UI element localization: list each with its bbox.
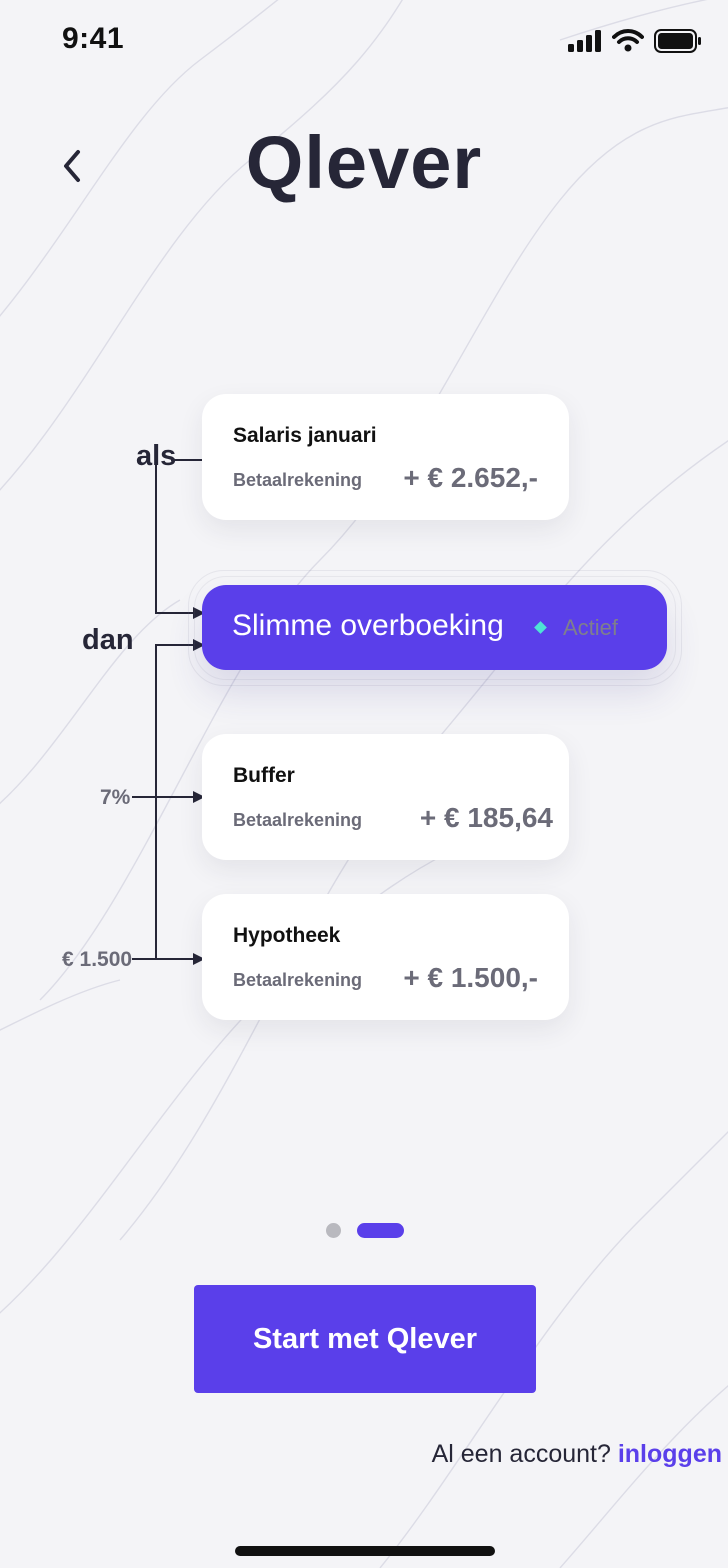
brand-logo-text: Qlever [245,121,483,204]
percentage-condition-label: 7% [100,786,131,809]
amount-condition-label: € 1.500 [62,948,133,971]
card-account: Betaalrekening [233,810,363,830]
card-amount: + € 1.500,- [403,962,538,993]
card-title: Hypotheek [233,924,341,947]
trigger-card-salary[interactable]: Salaris januari Betaalrekening + € 2.652… [202,394,569,520]
if-label: als [136,440,177,472]
status-icons [568,26,702,56]
card-amount: + € 185,64 [419,802,553,833]
target-card-mortgage[interactable]: Hypotheek Betaalrekening + € 1.500,- [202,894,569,1020]
card-title: Buffer [233,764,295,787]
rule-title: Slimme overboeking [232,609,504,642]
page-dot-2-active[interactable] [357,1222,404,1238]
rule-status: Actief [563,615,619,640]
page-dot-1[interactable] [326,1222,341,1238]
page-indicator [326,1222,404,1238]
smart-transfer-rule-card[interactable]: Slimme overboeking Actief [202,585,667,670]
status-diamond-icon [534,621,547,634]
wifi-icon [612,29,644,52]
card-account: Betaalrekening [233,970,363,990]
card-amount: + € 2.652,- [403,462,538,493]
target-card-buffer[interactable]: Buffer Betaalrekening + € 185,64 [202,734,569,860]
status-time: 9:41 [62,22,125,55]
then-label: dan [82,624,134,656]
home-indicator [235,1546,495,1556]
battery-icon [654,29,701,53]
start-button[interactable]: Start met Qlever [194,1285,536,1393]
card-title: Salaris januari [233,424,377,447]
login-row: Al een account? inloggen [432,1440,722,1469]
login-link[interactable]: inloggen [618,1440,722,1468]
onboarding-screen: 9:41 Qlever als dan 7% € 1.500 Salaris j… [0,0,728,1568]
login-prompt: Al een account? [431,1440,611,1468]
cellular-signal-icon [568,30,601,52]
card-account: Betaalrekening [233,470,363,490]
